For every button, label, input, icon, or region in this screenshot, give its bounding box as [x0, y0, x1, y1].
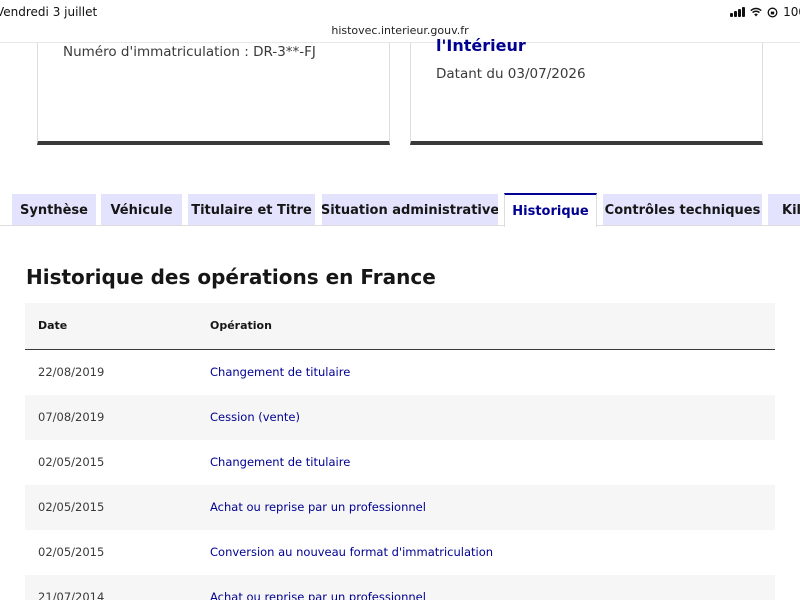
row-date: 02/05/2015 [38, 545, 105, 559]
row-operation: Cession (vente) [210, 410, 300, 424]
status-date: Vendredi 3 juillet [0, 5, 98, 19]
row-date: 22/08/2019 [38, 365, 105, 379]
tab-label: Kil [782, 202, 800, 218]
row-date: 02/05/2015 [38, 455, 105, 469]
row-operation: Achat ou reprise par un professionnel [210, 590, 426, 600]
battery-percent: 100 [783, 5, 800, 19]
tab-bar: Synthèse Véhicule Titulaire et Titre Sit… [0, 193, 800, 227]
source-title: l'Intérieur [436, 36, 526, 55]
column-header-operation: Opération [210, 319, 272, 332]
tab-controles-techniques[interactable]: Contrôles techniques [603, 194, 762, 226]
page: Vendredi 3 juillet 100 histovec.interieu… [0, 0, 800, 600]
row-operation: Achat ou reprise par un professionnel [210, 500, 426, 514]
tab-label: Véhicule [110, 202, 173, 218]
tab-situation-administrative[interactable]: Situation administrative [322, 194, 498, 226]
tab-label: Situation administrative [322, 202, 498, 218]
url-bar[interactable]: histovec.interieur.gouv.fr [0, 24, 800, 42]
tab-kilometrage[interactable]: Kil [768, 194, 800, 226]
status-bar: Vendredi 3 juillet 100 [0, 0, 800, 24]
vehicle-card: Numéro d'immatriculation : DR-3**-FJ [37, 43, 390, 145]
tab-titulaire-et-titre[interactable]: Titulaire et Titre [188, 194, 315, 226]
source-date: Datant du 03/07/2026 [436, 66, 586, 82]
table-row: 22/08/2019 Changement de titulaire [25, 350, 775, 395]
tab-synthese[interactable]: Synthèse [12, 194, 96, 226]
tab-historique[interactable]: Historique [504, 193, 597, 227]
orientation-lock-icon [767, 7, 778, 18]
history-table: Date Opération 22/08/2019 Changement de … [25, 303, 775, 600]
signal-icon [730, 7, 746, 17]
wifi-icon [750, 7, 762, 17]
tab-label: Contrôles techniques [604, 202, 761, 218]
row-date: 07/08/2019 [38, 410, 105, 424]
row-operation: Conversion au nouveau format d'immatricu… [210, 545, 494, 559]
row-operation: Changement de titulaire [210, 455, 351, 469]
page-title: Historique des opérations en France [26, 265, 436, 289]
table-row: 02/05/2015 Changement de titulaire [25, 440, 775, 485]
table-row: 02/05/2015 Achat ou reprise par un profe… [25, 485, 775, 530]
table-row: 21/07/2014 Achat ou reprise par un profe… [25, 575, 775, 600]
plate-number: Numéro d'immatriculation : DR-3**-FJ [63, 44, 316, 60]
tab-label: Titulaire et Titre [191, 202, 312, 218]
status-indicators: 100 [730, 5, 800, 19]
row-date: 02/05/2015 [38, 500, 105, 514]
source-card: l'Intérieur Datant du 03/07/2026 [410, 36, 763, 145]
tab-divider [0, 225, 800, 226]
tab-label: Synthèse [20, 202, 88, 218]
row-date: 21/07/2014 [38, 590, 105, 600]
table-row: 02/05/2015 Conversion au nouveau format … [25, 530, 775, 575]
table-header: Date Opération [25, 303, 775, 350]
tab-vehicule[interactable]: Véhicule [101, 194, 182, 226]
tab-label: Historique [512, 203, 589, 219]
column-header-date: Date [38, 319, 68, 332]
table-row: 07/08/2019 Cession (vente) [25, 395, 775, 440]
row-operation: Changement de titulaire [210, 365, 351, 379]
